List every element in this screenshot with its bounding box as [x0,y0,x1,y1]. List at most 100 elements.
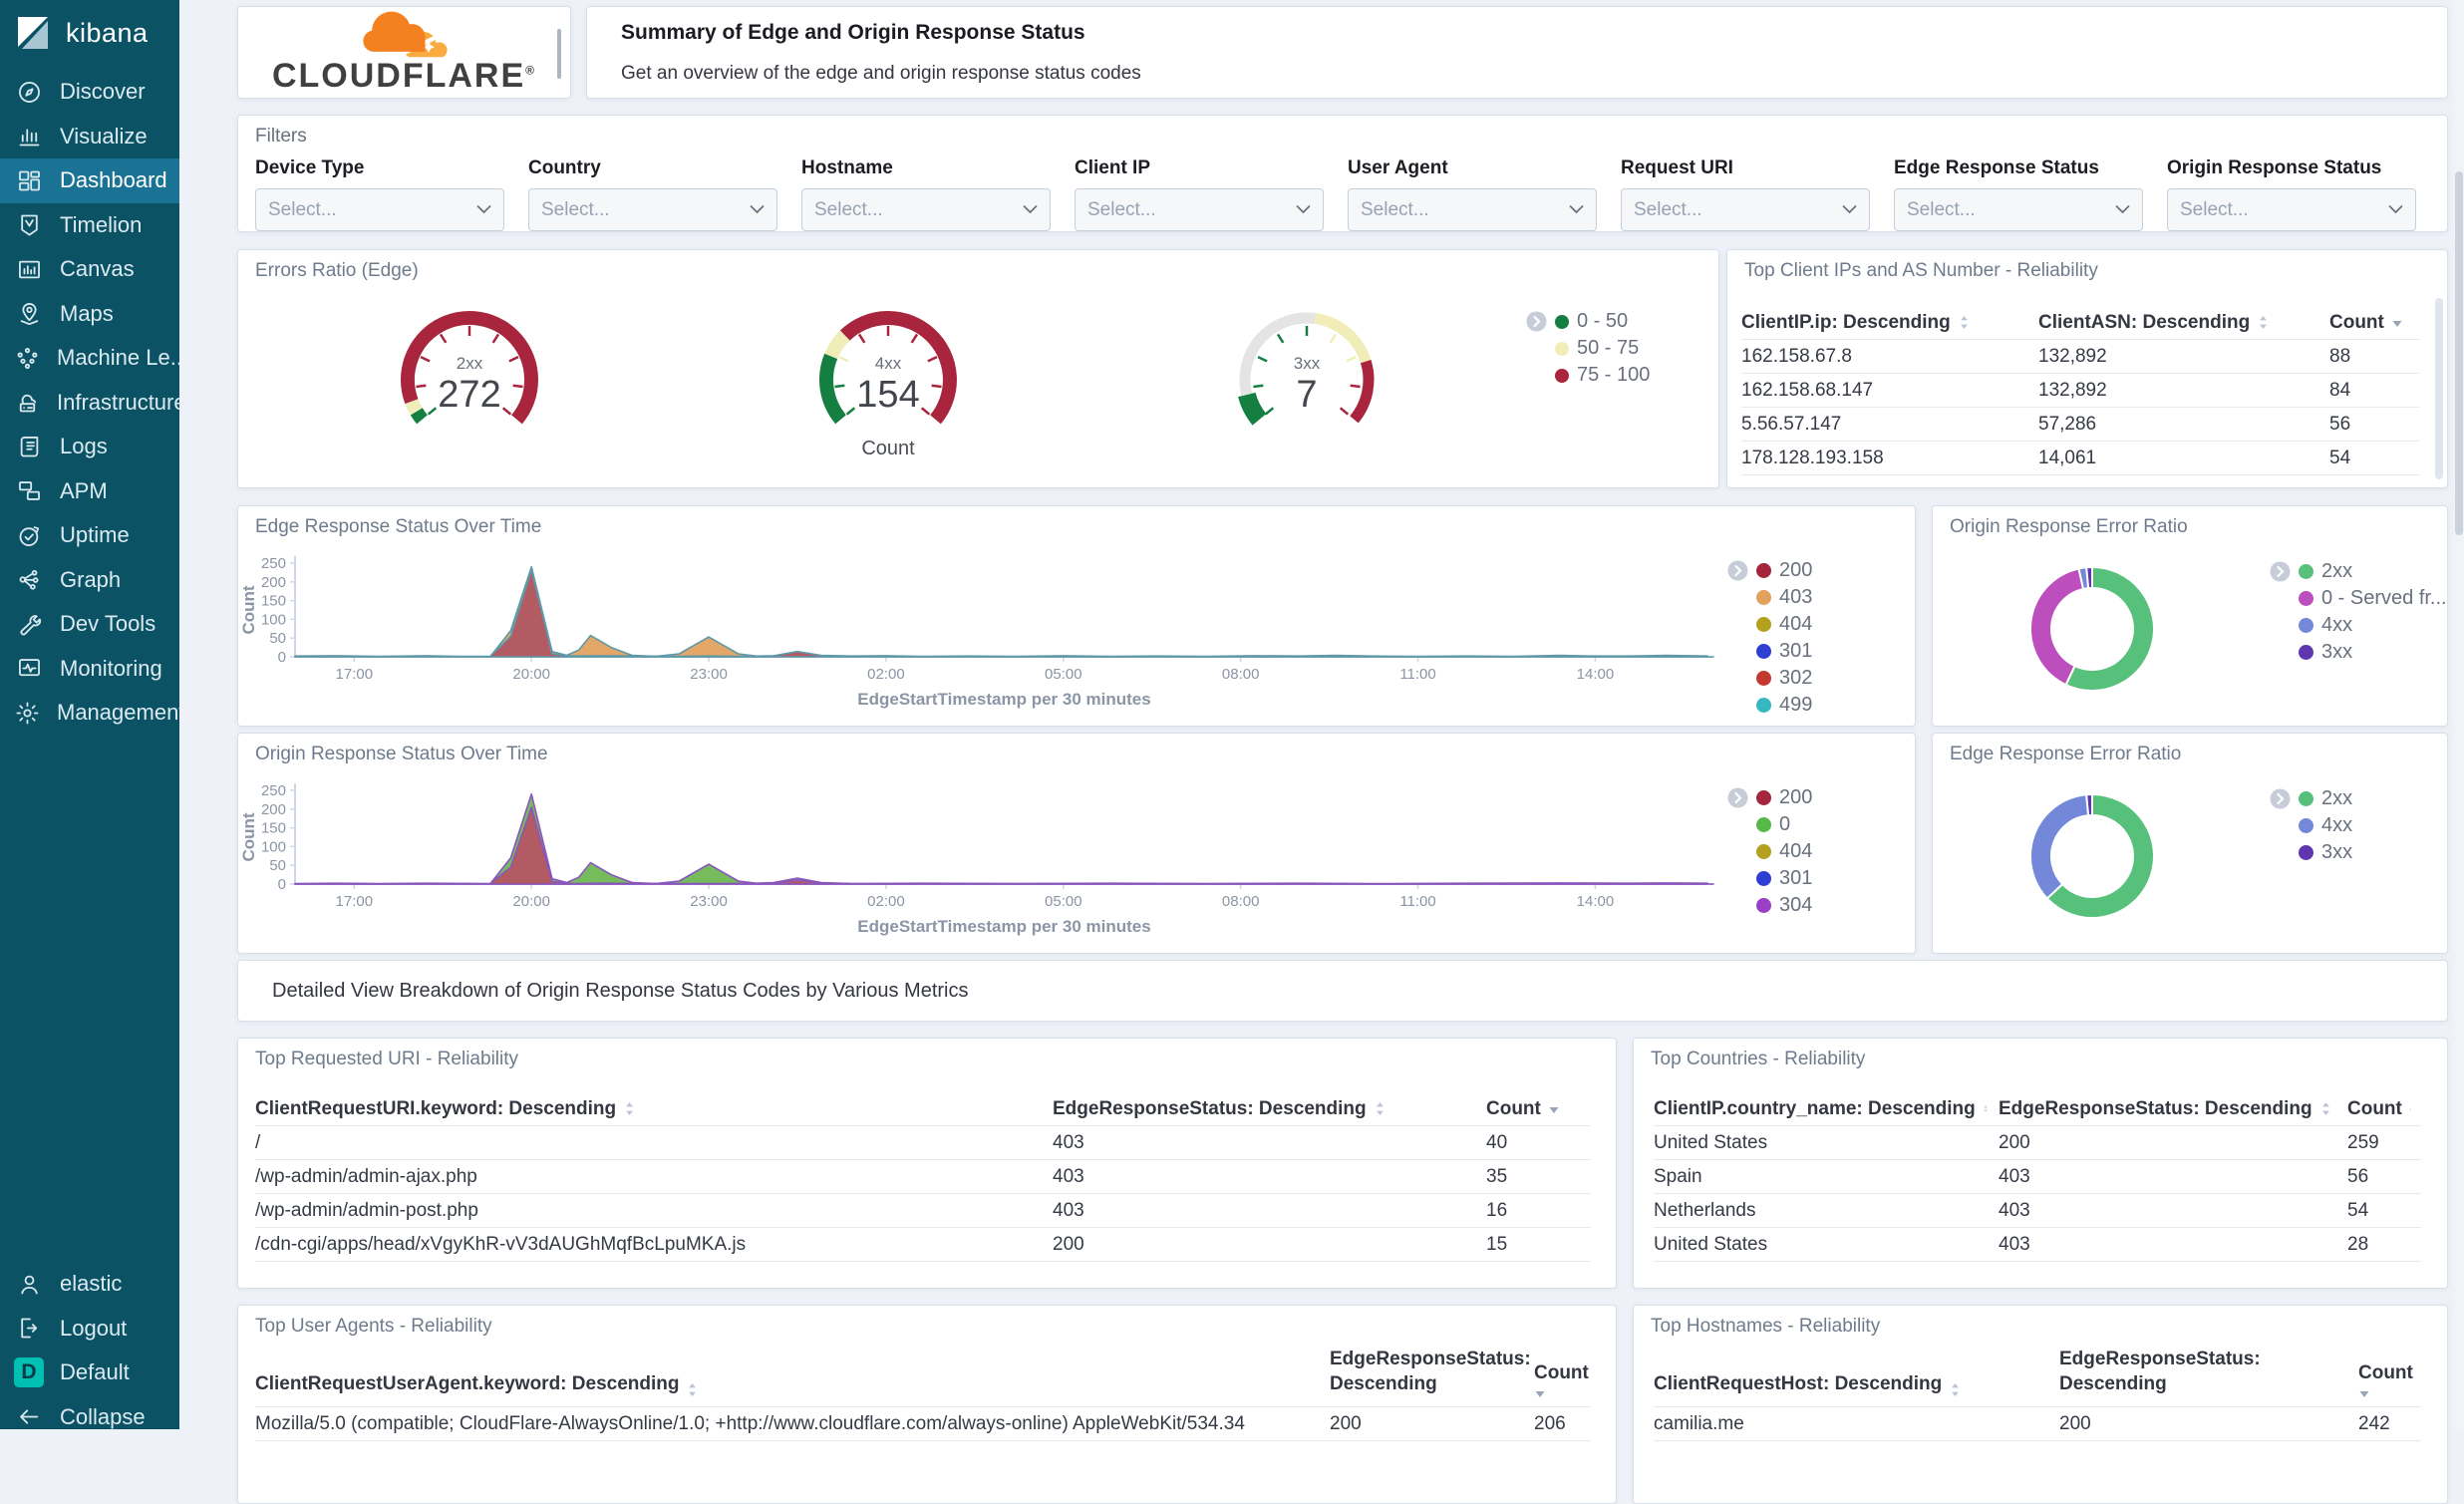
sidebar-item-management[interactable]: Management [0,691,179,736]
panel-scrollbar-thumb[interactable] [2435,298,2443,479]
legend-item[interactable]: 200 [1727,557,1812,584]
legend-item[interactable]: 0 - 50 [1526,308,1650,335]
column-header[interactable]: ClientRequestURI.keyword: Descending [255,1092,1053,1126]
svg-text:100: 100 [261,611,286,628]
legend-expand-icon[interactable] [1727,560,1748,581]
legend-item[interactable]: 301 [1727,865,1812,892]
panel-drag-handle[interactable] [557,29,561,79]
filter-select-client-ip[interactable]: Select... [1075,188,1324,231]
legend-item[interactable]: 4xx [2270,812,2352,839]
gauge-3xx[interactable]: 3xx7 [1197,295,1416,464]
filter-select-edge-response-status[interactable]: Select... [1894,188,2143,231]
column-header[interactable]: Count [1486,1092,1591,1126]
cloudflare-cloud-icon [330,11,479,59]
filter-field: Device Type Select... [255,157,504,231]
kibana-logo[interactable]: kibana [0,0,179,66]
sidebar-item-label: Infrastructure [57,390,179,416]
sidebar-item-visualize[interactable]: Visualize [0,115,179,159]
legend-item[interactable]: 304 [1727,892,1812,919]
column-header[interactable]: ClientASN: Descending [2038,306,2329,340]
legend-item[interactable]: 403 [1727,584,1812,611]
sidebar-item-infrastructure[interactable]: Infrastructure [0,381,179,426]
sidebar-item-graph[interactable]: Graph [0,558,179,603]
column-header[interactable]: Count [2358,1342,2421,1407]
gauge-legend: 0 - 50 50 - 75 75 - 100 [1526,308,1650,389]
sidebar-item-dashboard[interactable]: Dashboard [0,158,179,203]
filter-label: Request URI [1621,157,1870,179]
sort-desc-icon [2391,319,2403,327]
sidebar-item-label: Timelion [60,212,142,238]
sidebar-item-elastic[interactable]: elastic [0,1262,179,1307]
legend-item[interactable]: 0 - Served fr... [2270,585,2447,612]
legend-item[interactable]: 499 [1727,692,1812,719]
origin-status-area-chart[interactable]: 05010015020025017:0020:0023:0002:0005:00… [238,734,1917,955]
column-header[interactable]: Count [1534,1342,1591,1407]
column-header[interactable]: EdgeResponseStatus: Descending [1999,1092,2347,1126]
column-header[interactable]: Count [2329,306,2419,340]
chevron-down-icon [2388,205,2403,214]
legend-item[interactable]: 3xx [2270,839,2352,866]
legend-dot [1756,644,1771,659]
legend-item[interactable]: 4xx [2270,612,2447,639]
edge-status-area-chart[interactable]: 05010015020025017:0020:0023:0002:0005:00… [238,506,1917,728]
legend-dot [2299,591,2313,606]
page-scrollbar-thumb[interactable] [2455,171,2463,535]
logout-icon [16,1315,43,1342]
sidebar-item-monitoring[interactable]: Monitoring [0,647,179,692]
panel-detail-banner: Detailed View Breakdown of Origin Respon… [237,960,2448,1022]
legend-item[interactable]: 3xx [2270,639,2447,666]
sidebar-item-maps[interactable]: Maps [0,292,179,337]
column-header[interactable]: ClientRequestUserAgent.keyword: Descendi… [255,1342,1330,1407]
sidebar-item-timelion[interactable]: Timelion [0,203,179,248]
column-header[interactable]: ClientIP.country_name: Descending [1654,1092,1999,1126]
sidebar-item-logout[interactable]: Logout [0,1307,179,1352]
filter-select-request-uri[interactable]: Select... [1621,188,1870,231]
legend-label: 3xx [2321,841,2352,864]
edge-error-donut-chart[interactable] [1933,734,2449,955]
column-header[interactable]: EdgeResponseStatus: Descending [1053,1092,1486,1126]
column-header[interactable]: ClientRequestHost: Descending [1654,1342,2059,1407]
filter-select-user-agent[interactable]: Select... [1348,188,1597,231]
legend-item[interactable]: 0 [1727,811,1812,838]
sort-icon [1949,1382,1962,1397]
sidebar-item-collapse[interactable]: Collapse [0,1395,179,1430]
chevron-down-icon [2115,205,2130,214]
sidebar-item-logs[interactable]: Logs [0,425,179,469]
sidebar-item-canvas[interactable]: Canvas [0,247,179,292]
sort-desc-icon [2358,1389,2370,1397]
column-header[interactable]: EdgeResponseStatus: Descending [1330,1342,1534,1407]
sidebar-item-label: Management [57,700,179,726]
legend-item[interactable]: 50 - 75 [1526,335,1650,362]
table-cell: Netherlands [1654,1194,1999,1228]
legend-item[interactable]: 200 [1727,784,1812,811]
legend-item[interactable]: 2xx [2270,558,2447,585]
legend-expand-icon[interactable] [2270,788,2291,809]
sidebar-item-machine-le[interactable]: Machine Le... [0,336,179,381]
filter-select-origin-response-status[interactable]: Select... [2167,188,2416,231]
legend-item[interactable]: 404 [1727,838,1812,865]
sidebar-item-apm[interactable]: APM [0,469,179,514]
legend-expand-icon[interactable] [1727,787,1748,808]
table-cell: 403 [1999,1160,2347,1194]
table-cell: United States [1654,1126,1999,1160]
legend-item[interactable]: 404 [1727,611,1812,638]
sidebar-item-default[interactable]: D Default [0,1351,179,1395]
legend-expand-icon[interactable] [1526,311,1547,332]
column-header[interactable]: Count [2347,1092,2421,1126]
legend-expand-icon[interactable] [2270,561,2291,582]
filter-select-country[interactable]: Select... [528,188,777,231]
legend-item[interactable]: 302 [1727,665,1812,692]
sidebar-item-discover[interactable]: Discover [0,70,179,115]
legend-item[interactable]: 75 - 100 [1526,362,1650,389]
column-header[interactable]: ClientIP.ip: Descending [1741,306,2038,340]
filter-select-hostname[interactable]: Select... [801,188,1051,231]
default-space-badge: D [14,1357,44,1387]
legend-item[interactable]: 2xx [2270,785,2352,812]
column-header[interactable]: EdgeResponseStatus: Descending [2059,1342,2358,1407]
sidebar-item-dev-tools[interactable]: Dev Tools [0,602,179,647]
gauge-2xx[interactable]: 2xx272 [360,295,579,464]
filter-label: Edge Response Status [1894,157,2143,179]
sidebar-item-uptime[interactable]: Uptime [0,513,179,558]
filter-select-device-type[interactable]: Select... [255,188,504,231]
legend-item[interactable]: 301 [1727,638,1812,665]
